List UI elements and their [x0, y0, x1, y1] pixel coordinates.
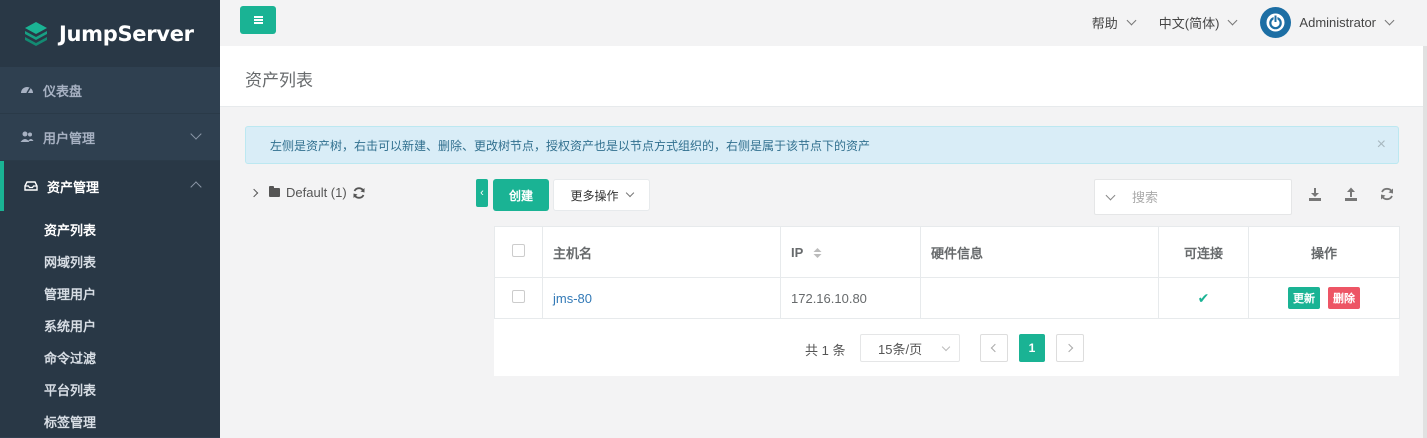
table-header-row: 主机名 IP 硬件信息 可连接 操作: [494, 226, 1400, 278]
sidebar-subitem-domain-list[interactable]: 网域列表: [0, 245, 220, 277]
sidebar-subitem-command-filter[interactable]: 命令过滤: [0, 341, 220, 373]
column-header-ip[interactable]: IP: [780, 226, 921, 278]
column-header-actions: 操作: [1248, 226, 1400, 278]
sidebar-subitem-asset-list[interactable]: 资产列表: [0, 213, 220, 245]
close-icon[interactable]: ×: [1377, 137, 1386, 153]
sidebar-subitem-platform-list[interactable]: 平台列表: [0, 373, 220, 405]
alert-text: 左侧是资产树，右击可以新建、删除、更改树节点，授权资产也是以节点方式组织的，右侧…: [270, 138, 871, 153]
hardware-cell: [920, 277, 1159, 319]
sidebar-item-assets[interactable]: 资产管理: [0, 161, 220, 211]
column-header-hostname[interactable]: 主机名: [542, 226, 781, 278]
top-right-menu: 帮助 中文(简体) Administrator: [1068, 0, 1395, 44]
more-actions-label: 更多操作: [570, 188, 619, 203]
sidebar-item-label: 资产管理: [47, 179, 100, 195]
sidebar-item-dashboard[interactable]: 仪表盘: [0, 67, 220, 113]
avatar: [1260, 6, 1292, 38]
help-menu[interactable]: 帮助: [1091, 13, 1137, 32]
asset-table: 主机名 IP 硬件信息 可连接 操作 jms-80 172.16.10.80 ✔…: [494, 226, 1400, 319]
column-header-hardware[interactable]: 硬件信息: [920, 226, 1159, 278]
sidebar: JumpServer 仪表盘 用户管理 资产管理 资产列表 网域列表 管理用户 …: [0, 0, 220, 438]
actions-cell: 更新 删除: [1248, 277, 1400, 319]
sort-icon[interactable]: [813, 247, 822, 259]
page-size-value: 15条/页: [878, 341, 923, 357]
hamburger-icon: [253, 16, 263, 24]
inbox-icon: [24, 181, 38, 191]
info-alert: 左侧是资产树，右击可以新建、删除、更改树节点，授权资产也是以节点方式组织的，右侧…: [245, 126, 1399, 164]
row-select-cell: [494, 277, 543, 319]
table-row: jms-80 172.16.10.80 ✔ 更新 删除: [494, 277, 1400, 319]
page-title: 资产列表: [245, 71, 313, 90]
page-scrollbar[interactable]: [1423, 46, 1427, 438]
connectable-cell: ✔: [1158, 277, 1249, 319]
chevron-down-icon[interactable]: [1105, 190, 1116, 200]
power-icon: [1266, 13, 1285, 31]
sidebar-subitem-system-users[interactable]: 系统用户: [0, 309, 220, 341]
chevron-left-icon: [990, 343, 1000, 353]
create-button[interactable]: 创建: [493, 179, 549, 211]
chevron-down-icon: [941, 342, 951, 352]
row-checkbox[interactable]: [512, 290, 525, 303]
hostname-cell: jms-80: [542, 277, 781, 319]
delete-button[interactable]: 删除: [1328, 287, 1360, 309]
page-heading: 资产列表: [220, 46, 1427, 107]
user-name: Administrator: [1299, 14, 1376, 30]
hostname-link[interactable]: jms-80: [553, 291, 592, 306]
chevron-down-icon: [1227, 15, 1238, 25]
refresh-icon[interactable]: [1379, 186, 1395, 202]
page-number-current[interactable]: 1: [1019, 334, 1045, 362]
top-navbar: 帮助 中文(简体) Administrator: [220, 0, 1427, 46]
folder-icon: [269, 186, 280, 197]
users-icon: [20, 131, 34, 142]
search-box: [1094, 179, 1292, 215]
asset-tree: Default (1): [249, 185, 366, 200]
ip-cell: 172.16.10.80: [780, 277, 921, 319]
sidebar-item-users[interactable]: 用户管理: [0, 114, 220, 160]
sidebar-item-label: 仪表盘: [43, 83, 83, 99]
collapse-tree-button[interactable]: ‹: [476, 179, 488, 207]
brand-logo[interactable]: JumpServer: [0, 0, 220, 67]
chevron-right-icon[interactable]: [249, 188, 259, 197]
prev-page-button[interactable]: [980, 334, 1008, 362]
next-page-button[interactable]: [1056, 334, 1084, 362]
jumpserver-logo-icon: [25, 21, 47, 46]
more-actions-dropdown[interactable]: 更多操作: [553, 179, 650, 211]
sidebar-submenu: 资产列表 网域列表 管理用户 系统用户 命令过滤 平台列表 标签管理: [0, 211, 220, 437]
upload-icon[interactable]: [1343, 186, 1359, 202]
help-label: 帮助: [1091, 15, 1118, 31]
chevron-down-icon: [1384, 15, 1395, 25]
update-button[interactable]: 更新: [1288, 287, 1320, 309]
sidebar-subitem-label-management[interactable]: 标签管理: [0, 405, 220, 437]
check-icon: ✔: [1197, 289, 1210, 306]
dashboard-icon: [21, 87, 33, 94]
refresh-icon[interactable]: [352, 186, 366, 200]
language-menu[interactable]: 中文(简体): [1158, 13, 1238, 32]
select-all-checkbox[interactable]: [512, 244, 525, 257]
search-input[interactable]: [1132, 189, 1272, 205]
pagination-total: 共 1 条: [805, 343, 846, 358]
chevron-down-icon: [1126, 15, 1137, 25]
column-header-ip-label: IP: [791, 244, 804, 260]
user-menu[interactable]: Administrator: [1260, 6, 1395, 38]
tree-node-default[interactable]: Default (1): [286, 185, 347, 200]
sidebar-item-label: 用户管理: [43, 130, 96, 146]
chevron-down-icon: [625, 188, 634, 198]
download-icon[interactable]: [1307, 186, 1323, 202]
column-header-connectable[interactable]: 可连接: [1158, 226, 1249, 278]
brand-name: JumpServer: [59, 21, 194, 46]
toggle-sidebar-button[interactable]: [240, 6, 276, 34]
language-label: 中文(简体): [1158, 15, 1220, 31]
chevron-up-icon: [190, 181, 202, 193]
chevron-right-icon: [1064, 343, 1074, 353]
chevron-down-icon: [190, 128, 202, 140]
select-all-cell: [494, 226, 543, 278]
sidebar-subitem-admin-users[interactable]: 管理用户: [0, 277, 220, 309]
page-size-select[interactable]: 15条/页: [860, 334, 960, 362]
